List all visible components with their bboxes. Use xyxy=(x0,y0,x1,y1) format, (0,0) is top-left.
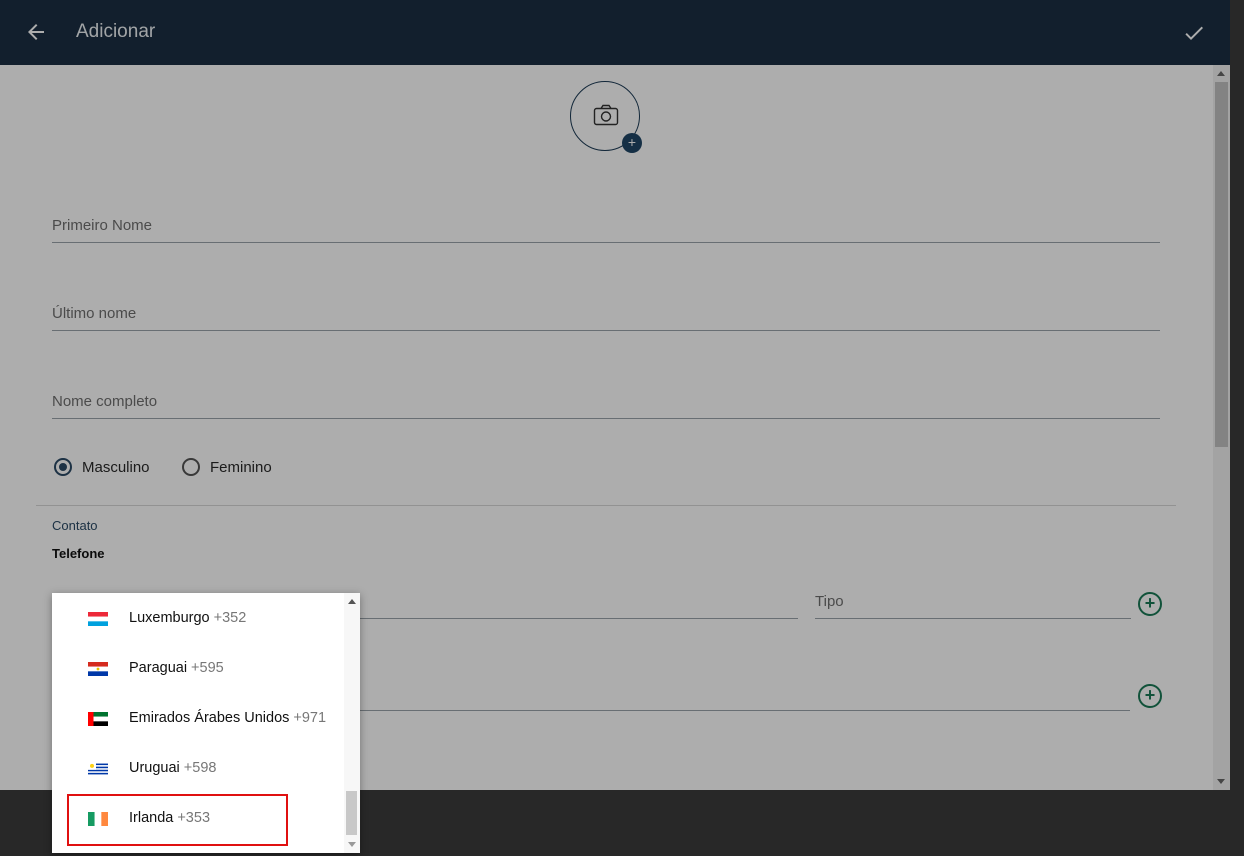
country-name: Emirados Árabes Unidos xyxy=(129,710,290,726)
country-code: +352 xyxy=(213,610,247,626)
dropdown-scroll-up-icon[interactable] xyxy=(348,599,356,604)
dropdown-scroll-thumb[interactable] xyxy=(346,791,357,835)
dropdown-scrollbar[interactable] xyxy=(344,593,360,853)
luxembourg-flag-icon xyxy=(88,612,108,626)
country-option-uae[interactable]: Emirados Árabes Unidos +971 xyxy=(52,693,344,743)
country-code: +595 xyxy=(191,660,224,676)
country-name: Paraguai xyxy=(129,660,188,676)
country-option-uruguay[interactable]: Uruguai +598 xyxy=(52,743,344,793)
country-name: Luxemburgo xyxy=(129,610,210,626)
dropdown-scroll-down-icon[interactable] xyxy=(348,842,356,847)
country-code: +353 xyxy=(177,810,211,826)
country-option-luxembourg[interactable]: Luxemburgo +352 xyxy=(52,593,344,643)
uae-flag-icon xyxy=(88,712,108,726)
uruguay-flag-icon xyxy=(88,762,108,776)
country-option-ireland[interactable]: Irlanda +353 xyxy=(52,793,344,843)
ireland-flag-icon xyxy=(88,812,108,826)
country-dropdown: Luxemburgo +352 Paraguai +595 Emirados Ára… xyxy=(52,593,360,853)
country-option-paraguay[interactable]: Paraguai +595 xyxy=(52,643,344,693)
paraguay-flag-icon xyxy=(88,662,108,676)
country-name: Irlanda xyxy=(129,810,174,826)
country-code: +598 xyxy=(183,760,217,776)
country-code: +971 xyxy=(293,710,327,726)
country-name: Uruguai xyxy=(129,760,180,776)
